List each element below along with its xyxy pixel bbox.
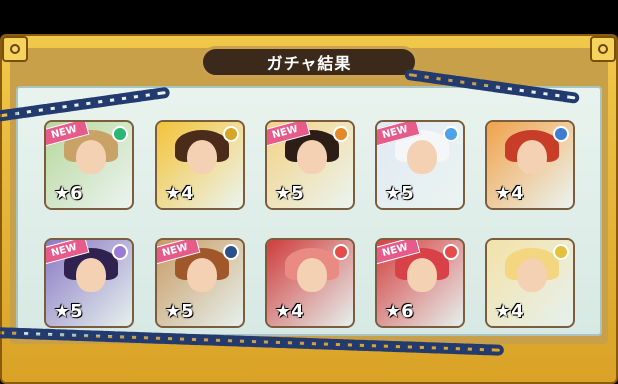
character-face xyxy=(187,258,217,292)
result-card[interactable]: NEW ★5 xyxy=(155,238,245,328)
character-face xyxy=(187,140,217,174)
result-card[interactable]: ★4 xyxy=(265,238,355,328)
result-card[interactable]: ★4 xyxy=(155,120,245,210)
result-card[interactable]: NEW ★5 xyxy=(265,120,355,210)
rarity-stars: ★6 xyxy=(385,301,414,322)
character-face xyxy=(76,258,106,292)
character-face xyxy=(407,258,437,292)
bolt-icon xyxy=(598,44,608,54)
bolt-icon xyxy=(10,44,20,54)
result-card[interactable]: NEW ★5 xyxy=(375,120,465,210)
element-icon xyxy=(333,126,349,142)
page-title: ガチャ結果 xyxy=(266,54,352,73)
rarity-stars: ★5 xyxy=(385,183,414,204)
element-icon xyxy=(112,126,128,142)
title-plate: ガチャ結果 xyxy=(200,46,418,78)
element-icon xyxy=(112,244,128,260)
character-face xyxy=(407,140,437,174)
character-face xyxy=(297,258,327,292)
element-icon xyxy=(553,244,569,260)
result-card[interactable]: ★4 xyxy=(485,238,575,328)
result-card[interactable]: NEW ★6 xyxy=(44,120,134,210)
rarity-stars: ★4 xyxy=(165,183,194,204)
element-icon xyxy=(443,126,459,142)
element-icon xyxy=(223,126,239,142)
character-face xyxy=(517,140,547,174)
element-icon xyxy=(443,244,459,260)
rarity-stars: ★5 xyxy=(165,301,194,322)
character-face xyxy=(297,140,327,174)
element-icon xyxy=(223,244,239,260)
rarity-stars: ★4 xyxy=(495,301,524,322)
rarity-stars: ★5 xyxy=(54,301,83,322)
rarity-stars: ★4 xyxy=(495,183,524,204)
element-icon xyxy=(553,126,569,142)
result-card[interactable]: ★4 xyxy=(485,120,575,210)
result-card[interactable]: NEW ★5 xyxy=(44,238,134,328)
rarity-stars: ★6 xyxy=(54,183,83,204)
character-face xyxy=(76,140,106,174)
rarity-stars: ★5 xyxy=(275,183,304,204)
element-icon xyxy=(333,244,349,260)
result-card[interactable]: NEW ★6 xyxy=(375,238,465,328)
rarity-stars: ★4 xyxy=(275,301,304,322)
character-face xyxy=(517,258,547,292)
